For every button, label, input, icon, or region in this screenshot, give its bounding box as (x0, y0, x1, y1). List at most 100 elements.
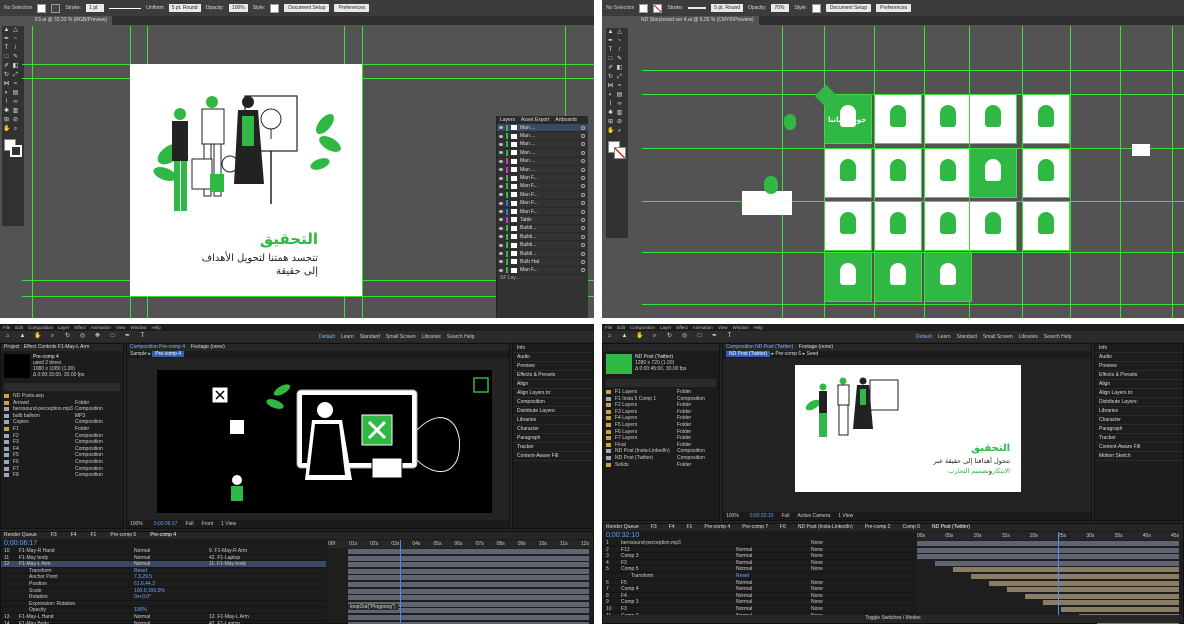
playhead[interactable] (1057, 532, 1059, 615)
timeline-layer-row[interactable]: 8 F4 Normal None (603, 593, 915, 600)
line-tool-icon[interactable]: / (12, 45, 19, 52)
panel-item[interactable]: Align Layers to: (1095, 389, 1183, 398)
layer-row[interactable]: Man F... (497, 200, 588, 208)
timeline-timecode[interactable]: 0;00:06:17 (1, 540, 37, 547)
project-search-input[interactable] (606, 379, 716, 387)
type-tool-icon[interactable]: T (726, 333, 733, 340)
panel-item[interactable]: Libraries (1095, 407, 1183, 416)
layer-duration-bar[interactable] (953, 567, 1179, 573)
layer-duration-bar[interactable] (971, 574, 1179, 579)
breadcrumb-post[interactable]: ND Post (Twitter) (726, 351, 771, 357)
rectangle-tool-icon[interactable]: □ (3, 54, 10, 61)
graph-tool-icon[interactable]: ▥ (616, 110, 623, 117)
storyboard-artboard[interactable] (1022, 148, 1070, 198)
timeline-timecode[interactable]: 0;00:32:10 (603, 532, 639, 539)
timeline-layer-row[interactable]: 10 F3 Normal None (603, 606, 915, 613)
document-tab[interactable]: F3.ai @ 33.33 % (RGB/Preview) (30, 16, 113, 25)
slice-tool-icon[interactable]: ⊘ (12, 117, 19, 124)
layer-row[interactable]: Man F... (497, 208, 588, 217)
pen-tool-icon[interactable]: ✒ (124, 333, 131, 340)
project-item[interactable]: F1 Insta 5 Comp 1 Composition (603, 396, 719, 403)
timeline-tab[interactable]: Render Queue (606, 524, 639, 531)
type-tool-icon[interactable]: T (607, 47, 614, 54)
project-item[interactable]: F6 Layers Folder (603, 429, 719, 436)
storyboard-artboard[interactable] (1022, 94, 1070, 144)
layer-parent[interactable]: 11. F1-May body (209, 561, 246, 567)
menu-layer[interactable]: Layer (58, 325, 69, 330)
selection-tool-icon[interactable]: ▲ (3, 27, 10, 34)
storyboard-artboard[interactable] (1022, 201, 1070, 251)
menu-help[interactable]: Help (753, 325, 762, 330)
tab-footage[interactable]: Footage (none) (191, 344, 225, 350)
search-help-input[interactable]: Search Help (447, 334, 475, 340)
menu-view[interactable]: View (116, 325, 126, 330)
layer-row[interactable]: Buildi... (497, 241, 588, 250)
storyboard-artboard[interactable] (824, 201, 872, 251)
layer-parent[interactable]: None (811, 586, 823, 592)
selection-tool-icon[interactable]: ▲ (621, 333, 628, 340)
target-circle-icon[interactable] (581, 268, 585, 273)
stroke-weight-field[interactable]: 1 pt (86, 4, 105, 12)
panel-item[interactable]: Paragraph (513, 434, 593, 443)
layer-row[interactable]: Man ... (497, 124, 588, 133)
menu-edit[interactable]: Edit (15, 325, 23, 330)
menu-window[interactable]: Window (130, 325, 146, 330)
layer-duration-bar[interactable] (348, 575, 589, 581)
visibility-eye-icon[interactable] (499, 151, 503, 155)
timeline-tab[interactable]: ND Post (Twitter) (932, 524, 970, 531)
panel-item[interactable]: Align (513, 380, 593, 389)
layer-mode[interactable]: 100.0,100.0% (134, 588, 204, 594)
timeline-tab[interactable]: F4 (669, 524, 675, 531)
stroke-profile-label[interactable]: Uniform (146, 5, 164, 11)
panel-item[interactable]: Content-Aware Fill (1095, 443, 1183, 452)
visibility-eye-icon[interactable] (499, 142, 503, 146)
breadcrumb-precomp[interactable]: Pre-comp 4 (152, 351, 185, 357)
shape-builder-icon[interactable]: ◐ (3, 90, 10, 97)
zoom-tool-icon[interactable]: ⌕ (12, 126, 19, 133)
timeline-layer-row[interactable]: 3 Comp 3 Normal None (603, 553, 915, 560)
artboard-tool-icon[interactable]: ⊞ (607, 119, 614, 126)
tab-project[interactable]: Project (4, 344, 20, 350)
workspace-small-screen[interactable]: Small Screen (983, 334, 1013, 340)
tab-composition[interactable]: Composition ND Post (Twitter) (726, 344, 793, 350)
tab-composition[interactable]: Composition Pre-comp 4 (130, 344, 185, 350)
target-circle-icon[interactable] (581, 184, 585, 189)
target-circle-icon[interactable] (581, 134, 585, 139)
project-file-row[interactable]: ND Posts.aep (1, 393, 123, 400)
eyedropper-tool-icon[interactable]: ⌇ (3, 99, 10, 106)
layer-row[interactable]: Man F... (497, 267, 588, 276)
width-tool-icon[interactable]: ⋈ (3, 81, 10, 88)
toggle-switches-modes[interactable]: Toggle Switches / Modes (603, 615, 1183, 623)
target-circle-icon[interactable] (581, 243, 585, 248)
brush-tool-icon[interactable]: ✎ (12, 54, 19, 61)
curvature-tool-icon[interactable]: ~ (12, 36, 19, 43)
workspace-default[interactable]: Default (319, 334, 335, 340)
layer-duration-bar[interactable] (348, 549, 589, 554)
menu-file[interactable]: File (3, 325, 10, 330)
breadcrumb-precomp[interactable]: Pre-comp 6 (775, 351, 801, 357)
brush-field[interactable]: 5 pt. Round (168, 4, 201, 12)
timeline-layer-row[interactable]: Anchor Point 7.3,29.5 (1, 574, 326, 581)
timeline-layer-row[interactable]: Transform Reset (603, 573, 915, 580)
shape-builder-icon[interactable]: ◐ (607, 92, 614, 99)
project-item[interactable]: F3 Composition (1, 439, 123, 446)
visibility-eye-icon[interactable] (499, 176, 503, 180)
layer-mode[interactable]: Normal (736, 553, 806, 559)
workspace-libraries[interactable]: Libraries (422, 334, 441, 340)
breadcrumb-sample[interactable]: Sample (130, 351, 147, 357)
menu-animation[interactable]: Animation (91, 325, 111, 330)
timeline-layer-row[interactable]: 14 F1-May Body Normal 42. F1-Laptop (1, 621, 326, 624)
rotate-tool-icon[interactable]: ↻ (607, 74, 614, 81)
storyboard-artboard[interactable] (824, 148, 872, 198)
layer-parent[interactable]: None (811, 547, 823, 553)
project-item[interactable]: berosound-perception.mp3 Composition (1, 406, 123, 413)
project-item[interactable]: Solids Folder (603, 462, 719, 469)
brush-field[interactable]: 5 pt. Round (711, 4, 744, 12)
search-help-input[interactable]: Search Help (1044, 334, 1072, 340)
timeline-layer-row[interactable]: 13 F1-May-L Hand Normal 12. F1-May-L Arm (1, 614, 326, 621)
comp-timecode[interactable]: 0;00:32:10 (747, 513, 774, 519)
layer-duration-bar[interactable] (348, 595, 589, 601)
menu-help[interactable]: Help (151, 325, 160, 330)
layer-parent[interactable]: None (811, 580, 823, 586)
slice-tool-icon[interactable]: ⊘ (616, 119, 623, 126)
